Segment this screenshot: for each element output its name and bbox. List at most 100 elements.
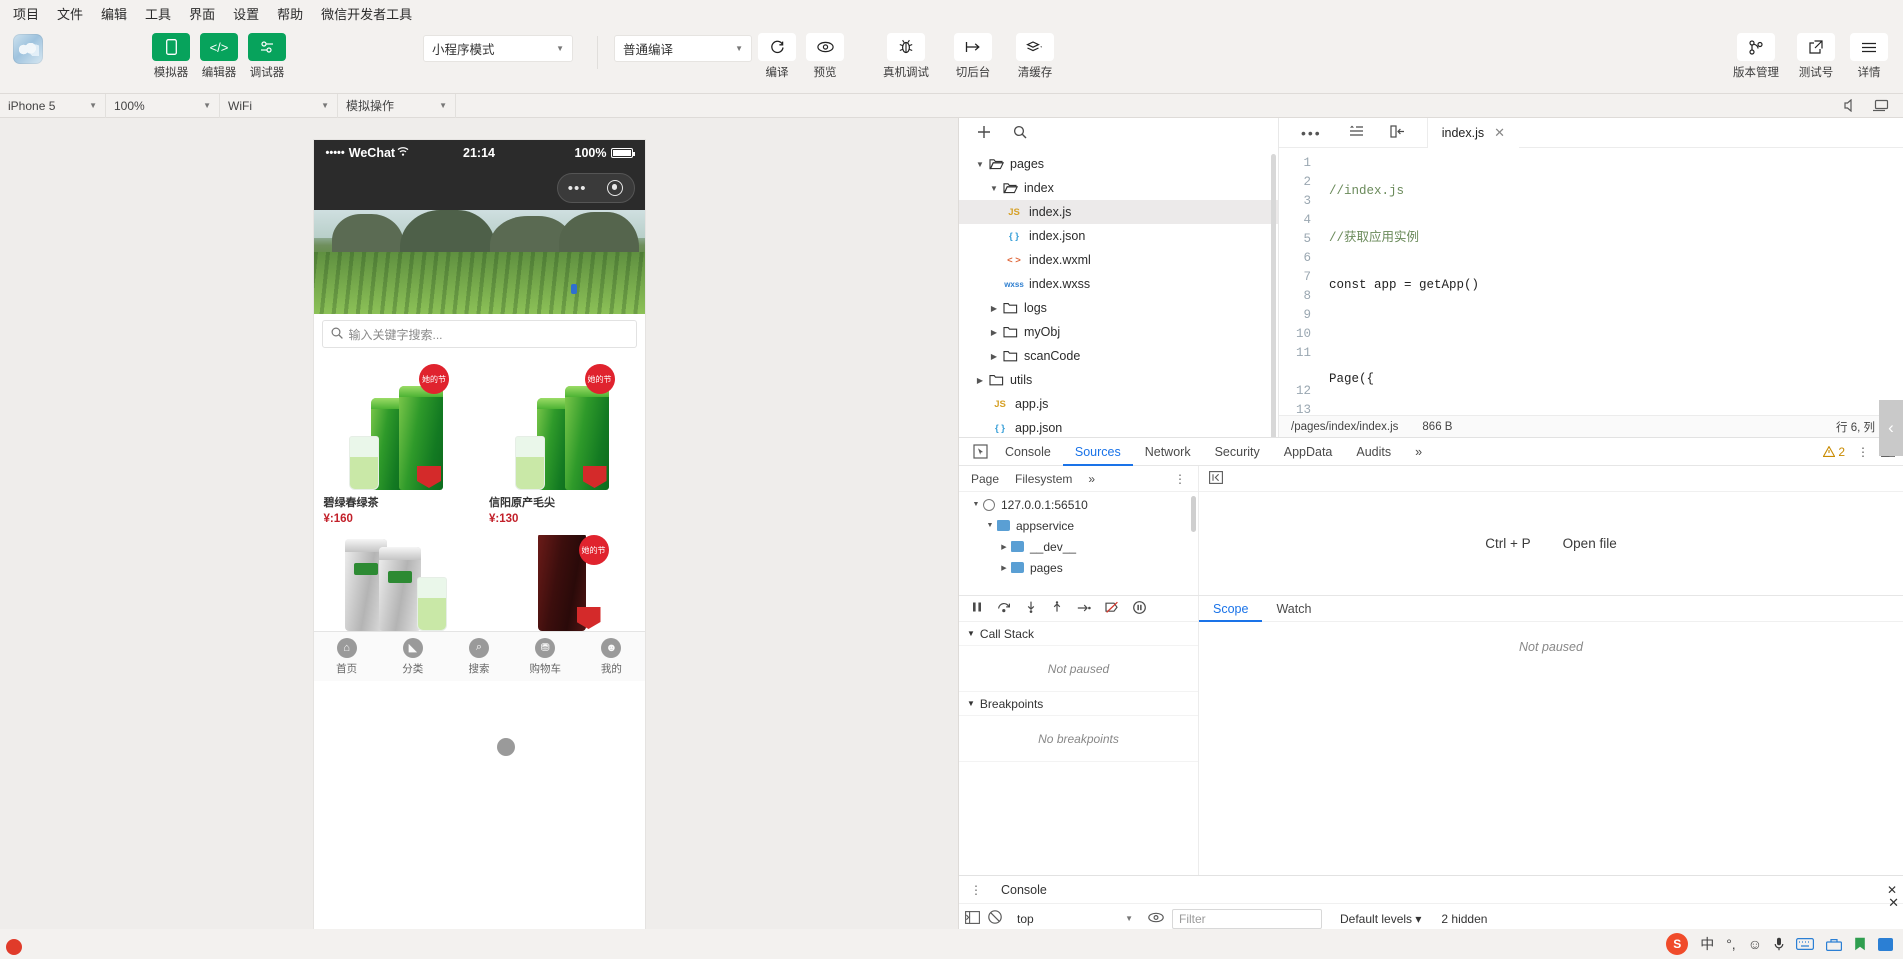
- sources-tree-row[interactable]: ▼ 127.0.0.1:56510: [959, 494, 1198, 515]
- sidebar-toggle-icon[interactable]: [1209, 470, 1223, 487]
- smiley-icon[interactable]: ☺: [1748, 936, 1762, 952]
- warning-badge[interactable]: 2: [1823, 445, 1845, 459]
- format-icon[interactable]: [1348, 125, 1364, 140]
- call-stack-header[interactable]: ▼ Call Stack: [959, 622, 1198, 646]
- toolbox-icon[interactable]: [1826, 938, 1842, 951]
- menu-item-help[interactable]: 帮助: [268, 1, 312, 26]
- sources-nav-tab-page[interactable]: Page: [971, 472, 999, 486]
- menu-item-settings[interactable]: 设置: [224, 1, 268, 26]
- chevron-down-icon[interactable]: ▼: [973, 160, 987, 169]
- deactivate-breakpoints-icon[interactable]: [1105, 601, 1119, 617]
- screen-icon[interactable]: [1872, 99, 1889, 112]
- keyboard-icon[interactable]: [1796, 938, 1814, 950]
- no-entry-icon[interactable]: [988, 910, 1002, 927]
- pause-exceptions-icon[interactable]: [1133, 600, 1146, 617]
- menu-item-file[interactable]: 文件: [48, 1, 92, 26]
- chevron-down-icon[interactable]: ▼: [983, 522, 997, 529]
- bookmark-icon[interactable]: [1854, 937, 1866, 951]
- code-view[interactable]: 1 2 3 4 5 6 7 8 9 10 11 12 13 //index.js…: [1279, 148, 1903, 415]
- mic-icon[interactable]: [1774, 937, 1784, 951]
- step-out-icon[interactable]: [1051, 601, 1063, 616]
- tree-row-index-wxss[interactable]: wxss index.wxss: [959, 272, 1278, 296]
- mode-select[interactable]: 小程序模式 ▼: [423, 35, 573, 62]
- console-levels-select[interactable]: Default levels ▾: [1340, 912, 1421, 926]
- console-filter-input[interactable]: Filter: [1172, 908, 1322, 929]
- network-select[interactable]: WiFi ▼: [220, 93, 338, 118]
- explorer-scrollbar[interactable]: [1271, 154, 1276, 437]
- chevron-down-icon[interactable]: ▼: [987, 184, 1001, 193]
- preview-button[interactable]: 预览: [804, 33, 846, 80]
- device-select[interactable]: iPhone 5 ▼: [0, 93, 106, 118]
- sogou-logo-icon[interactable]: S: [1666, 933, 1689, 955]
- menu-item-devtools[interactable]: 微信开发者工具: [312, 1, 421, 26]
- step-into-icon[interactable]: [1025, 601, 1037, 616]
- menu-item-interface[interactable]: 界面: [180, 1, 224, 26]
- mock-action-select[interactable]: 模拟操作 ▼: [338, 93, 456, 118]
- ime-language-label[interactable]: 中: [1700, 934, 1714, 954]
- compile-select[interactable]: 普通编译 ▼: [614, 35, 752, 62]
- compile-button[interactable]: 编译: [756, 33, 798, 80]
- devtools-tab-audits[interactable]: Audits: [1344, 438, 1403, 466]
- watch-tab[interactable]: Watch: [1262, 596, 1325, 622]
- chevron-down-icon[interactable]: ▼: [969, 501, 983, 508]
- step-over-icon[interactable]: [997, 601, 1011, 616]
- simulator-toggle-button[interactable]: 模拟器: [150, 33, 192, 80]
- inspect-element-icon[interactable]: [967, 444, 993, 459]
- tree-row-logs[interactable]: ▶ logs: [959, 296, 1278, 320]
- close-icon[interactable]: ✕: [1494, 125, 1505, 141]
- tree-row-app-json[interactable]: { } app.json: [959, 416, 1278, 437]
- chevron-right-icon[interactable]: ▶: [987, 328, 1001, 337]
- tree-row-scancode[interactable]: ▶ scanCode: [959, 344, 1278, 368]
- menu-item-project[interactable]: 项目: [4, 1, 48, 26]
- product-card[interactable]: 她的节: [479, 527, 645, 631]
- tab-profile[interactable]: ☻ 我的: [578, 632, 644, 681]
- breakpoints-header[interactable]: ▼ Breakpoints: [959, 692, 1198, 716]
- search-input[interactable]: 输入关键字搜索...: [321, 320, 637, 348]
- menu-item-edit[interactable]: 编辑: [92, 1, 136, 26]
- pause-icon[interactable]: [971, 601, 983, 616]
- tree-row[interactable]: ▼ index: [959, 176, 1278, 200]
- debugger-toggle-button[interactable]: 调试器: [246, 33, 288, 80]
- tree-row-myobj[interactable]: ▶ myObj: [959, 320, 1278, 344]
- grid-icon[interactable]: [1878, 937, 1893, 951]
- console-context-select[interactable]: top ▼: [1010, 909, 1140, 929]
- chevron-right-icon[interactable]: ▶: [973, 376, 987, 385]
- product-card[interactable]: 她的节 信阳原产毛尖 ¥:130: [479, 354, 645, 527]
- tree-row-index-json[interactable]: { } index.json: [959, 224, 1278, 248]
- search-icon[interactable]: [1013, 125, 1027, 142]
- console-drawer-tab[interactable]: Console: [993, 883, 1055, 897]
- devtools-tab-more[interactable]: »: [1403, 438, 1434, 466]
- tab-home[interactable]: ⌂ 首页: [314, 632, 380, 681]
- sources-nav-tab-filesystem[interactable]: Filesystem: [1015, 472, 1072, 486]
- product-card[interactable]: 她的节 碧绿春绿茶 ¥:160: [314, 354, 480, 527]
- drawer-close-icon[interactable]: ✕: [1888, 895, 1899, 911]
- clear-console-icon[interactable]: [965, 910, 980, 927]
- sources-nav-tab-more[interactable]: »: [1088, 472, 1095, 486]
- version-manage-button[interactable]: 版本管理: [1729, 33, 1783, 80]
- menu-item-tools[interactable]: 工具: [136, 1, 180, 26]
- sources-tree-row[interactable]: ▶ pages: [959, 557, 1198, 578]
- chevron-right-icon[interactable]: ▶: [997, 543, 1011, 551]
- devtools-tab-network[interactable]: Network: [1133, 438, 1203, 466]
- sources-scrollbar[interactable]: [1191, 496, 1196, 532]
- simulator-resize-handle[interactable]: [497, 738, 515, 756]
- tree-row-app-js[interactable]: JS app.js: [959, 392, 1278, 416]
- clear-cache-button[interactable]: 清缓存: [1012, 33, 1058, 80]
- devtools-tab-appdata[interactable]: AppData: [1272, 438, 1345, 466]
- panel-collapse-handle[interactable]: ‹: [1879, 400, 1903, 456]
- devtools-tab-security[interactable]: Security: [1203, 438, 1272, 466]
- scope-tab[interactable]: Scope: [1199, 596, 1262, 622]
- details-button[interactable]: 详情: [1849, 33, 1889, 80]
- chevron-right-icon[interactable]: ▶: [987, 304, 1001, 313]
- editor-tab-index-js[interactable]: index.js ✕: [1426, 117, 1520, 148]
- devtools-tab-console[interactable]: Console: [993, 438, 1063, 466]
- step-icon[interactable]: [1077, 602, 1091, 616]
- punctuation-icon[interactable]: °,: [1726, 936, 1736, 952]
- open-file-label[interactable]: Open file: [1563, 536, 1617, 551]
- eye-icon[interactable]: [1148, 912, 1164, 926]
- add-file-icon[interactable]: [977, 125, 991, 142]
- sources-nav-kebab-icon[interactable]: ⋮: [1174, 472, 1186, 486]
- console-kebab-icon[interactable]: ⋮: [965, 883, 987, 897]
- collapse-panel-icon[interactable]: [1390, 124, 1405, 141]
- devtools-tab-sources[interactable]: Sources: [1063, 438, 1133, 466]
